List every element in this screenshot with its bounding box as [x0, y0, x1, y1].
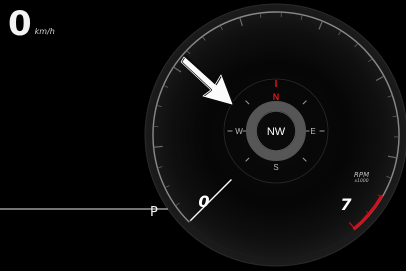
compass-north-label: N [273, 92, 280, 102]
rpm-label: RPM x1000 [354, 172, 369, 185]
compass-heading: NW [267, 126, 286, 138]
tachometer-start-label: 0 [198, 192, 209, 211]
rpm-label-text: RPM [354, 171, 370, 179]
compass-east-label: E [310, 127, 315, 136]
rpm-multiplier: x1000 [354, 179, 369, 184]
gear-indicator: P [150, 205, 158, 220]
tachometer-gauge: N E S W NW 0 7 [0, 3, 406, 267]
instrument-cluster: 0 km/h N E S W NW 0 7 P RPM x1000 [0, 0, 406, 271]
speedometer: 0 km/h [8, 4, 55, 44]
compass-south-label: S [273, 163, 278, 172]
speed-unit: km/h [34, 27, 55, 36]
speed-value: 0 [8, 4, 32, 44]
compass-west-label: W [235, 127, 243, 136]
tachometer-end-label: 7 [340, 195, 352, 214]
